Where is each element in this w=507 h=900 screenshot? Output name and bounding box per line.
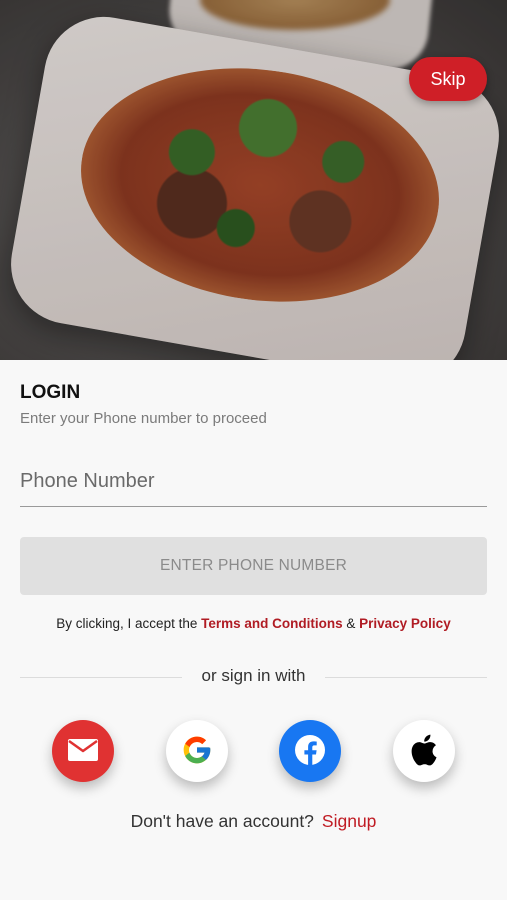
terms-and-conditions-link[interactable]: Terms and Conditions bbox=[201, 616, 343, 631]
phone-number-input[interactable] bbox=[20, 457, 487, 507]
privacy-policy-link[interactable]: Privacy Policy bbox=[359, 616, 451, 631]
google-icon bbox=[181, 734, 213, 769]
terms-notice: By clicking, I accept the Terms and Cond… bbox=[0, 616, 507, 631]
apple-signin-button[interactable] bbox=[393, 720, 455, 782]
hero-food-image: Skip bbox=[0, 0, 507, 360]
mail-icon bbox=[67, 738, 99, 765]
signup-row: Don't have an account? Signup bbox=[0, 811, 507, 832]
signup-question: Don't have an account? bbox=[130, 811, 314, 831]
login-subtitle: Enter your Phone number to proceed bbox=[20, 410, 267, 427]
terms-joiner: & bbox=[342, 616, 360, 631]
divider-label: or sign in with bbox=[201, 666, 306, 685]
terms-prefix: By clicking, I accept the bbox=[56, 616, 202, 631]
login-card: LOGIN Enter your Phone number to proceed… bbox=[0, 360, 507, 900]
facebook-icon bbox=[293, 733, 327, 770]
apple-icon bbox=[410, 734, 438, 769]
google-signin-button[interactable] bbox=[166, 720, 228, 782]
login-title: LOGIN bbox=[20, 382, 81, 403]
skip-button[interactable]: Skip bbox=[409, 57, 487, 101]
sign-in-divider: or sign in with bbox=[20, 666, 487, 688]
enter-phone-number-button[interactable]: ENTER PHONE NUMBER bbox=[20, 537, 487, 595]
signup-link[interactable]: Signup bbox=[322, 811, 377, 831]
email-signin-button[interactable] bbox=[52, 720, 114, 782]
divider-line-right bbox=[325, 677, 487, 678]
facebook-signin-button[interactable] bbox=[279, 720, 341, 782]
